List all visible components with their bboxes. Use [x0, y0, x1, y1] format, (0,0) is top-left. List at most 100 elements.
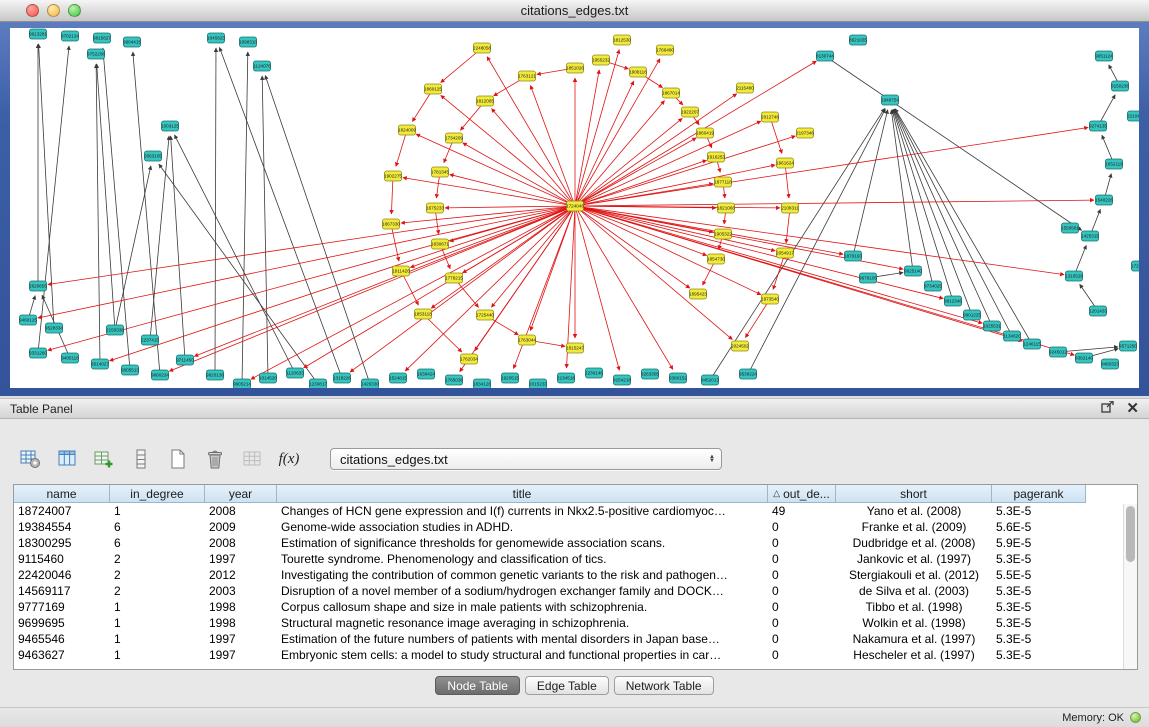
- column-header-pagerank[interactable]: pagerank: [992, 485, 1086, 503]
- publication-node[interactable]: 1724046: [566, 201, 584, 211]
- citation-edge[interactable]: [575, 121, 761, 206]
- publication-node[interactable]: 2134518: [557, 373, 575, 383]
- table-row[interactable]: 1938455462009Genome-wide association stu…: [14, 519, 1137, 535]
- publication-node[interactable]: 1003125: [161, 121, 179, 131]
- table-row[interactable]: 946362711997Embryonic stem cells: a mode…: [14, 647, 1137, 663]
- publication-node[interactable]: 1961624: [776, 158, 794, 168]
- citation-edge[interactable]: [169, 206, 575, 371]
- citation-edge[interactable]: [770, 117, 782, 153]
- table-row[interactable]: 946554611997Estimation of the future num…: [14, 631, 1137, 647]
- citation-edge[interactable]: [575, 118, 682, 206]
- publication-node[interactable]: 1854730: [707, 254, 725, 264]
- publication-node[interactable]: 1540226: [1095, 195, 1113, 205]
- table-mode-icon[interactable]: [18, 447, 42, 471]
- column-header-in_degree[interactable]: in_degree: [110, 485, 205, 503]
- publication-node[interactable]: 9905214: [233, 379, 251, 388]
- publication-node[interactable]: 9815627: [93, 33, 111, 43]
- column-header-out_de[interactable]: △out_de...: [768, 485, 836, 503]
- function-builder-icon[interactable]: f(x): [277, 447, 301, 471]
- publication-node[interactable]: 1318226: [333, 373, 351, 383]
- publication-node[interactable]: 2024502: [731, 341, 749, 351]
- publication-node[interactable]: 1916253: [707, 152, 725, 162]
- minimize-window-button[interactable]: [47, 4, 60, 17]
- publication-node[interactable]: 1860419: [696, 128, 714, 138]
- publication-node[interactable]: 9752208: [87, 49, 105, 59]
- publication-node[interactable]: 9263305: [641, 369, 659, 379]
- citation-edge[interactable]: [460, 206, 575, 372]
- publication-node[interactable]: 9362140: [1075, 353, 1093, 363]
- table-row[interactable]: 977716911998Corpus callosum shape and si…: [14, 599, 1137, 615]
- citation-edge[interactable]: [575, 206, 943, 299]
- citation-edge[interactable]: [109, 206, 575, 361]
- publication-node[interactable]: 1867330: [382, 219, 400, 229]
- publication-node[interactable]: 8621035: [849, 35, 867, 45]
- publication-node[interactable]: 1920515: [501, 373, 519, 383]
- publication-node[interactable]: 9734025: [924, 281, 942, 291]
- row-height-icon[interactable]: [129, 447, 153, 471]
- publication-node[interactable]: 1124076: [253, 61, 271, 71]
- citation-edge[interactable]: [492, 109, 575, 206]
- citation-edge[interactable]: [48, 206, 575, 285]
- publication-node[interactable]: 2115480: [736, 83, 754, 93]
- close-panel-icon[interactable]: ✕: [1126, 401, 1139, 416]
- column-header-short[interactable]: short: [836, 485, 992, 503]
- publication-node[interactable]: 9514027: [91, 359, 109, 369]
- publication-node[interactable]: 1652118: [1105, 159, 1123, 169]
- publication-node[interactable]: 9538224: [739, 369, 757, 379]
- publication-node[interactable]: 9405118: [61, 353, 79, 363]
- publication-node[interactable]: 9812346: [944, 296, 962, 306]
- publication-node[interactable]: 9480323: [1101, 359, 1119, 369]
- citation-edge[interactable]: [575, 206, 1074, 355]
- publication-node[interactable]: 2108311: [781, 203, 799, 213]
- publication-node[interactable]: 1725440: [476, 310, 494, 320]
- table-scrollbar-thumb[interactable]: [1126, 506, 1135, 562]
- citation-edge[interactable]: [575, 200, 1094, 206]
- citation-edge[interactable]: [748, 109, 885, 374]
- table-row[interactable]: 2242004622012Investigating the contribut…: [14, 567, 1137, 583]
- citation-edge[interactable]: [150, 136, 169, 340]
- publication-node[interactable]: 1045823: [207, 33, 225, 43]
- publication-node[interactable]: 1134620: [1003, 331, 1021, 341]
- table-row[interactable]: 911546021997Tourette syndrome. Phenomeno…: [14, 551, 1137, 567]
- publication-node[interactable]: 1830671: [431, 239, 449, 249]
- publication-node[interactable]: 1834126: [473, 379, 491, 388]
- publication-node[interactable]: 2620655: [29, 281, 47, 291]
- publication-node[interactable]: 1879193: [844, 251, 862, 261]
- citation-edge[interactable]: [423, 314, 462, 352]
- publication-node[interactable]: 1734209: [445, 133, 463, 143]
- citation-edge[interactable]: [892, 110, 933, 286]
- network-canvas[interactable]: 1724046185102617631211812065173420917813…: [10, 28, 1139, 388]
- publication-node[interactable]: 9154218: [613, 375, 631, 385]
- publication-node[interactable]: 9904415: [123, 37, 141, 47]
- publication-node[interactable]: 1908116: [629, 67, 647, 77]
- citation-edge[interactable]: [745, 299, 770, 338]
- publication-node[interactable]: 1824009: [398, 125, 416, 135]
- publication-node[interactable]: 9051124: [1095, 51, 1113, 61]
- column-header-name[interactable]: name: [14, 485, 110, 503]
- new-table-icon[interactable]: [166, 447, 190, 471]
- publication-node[interactable]: 1911426: [392, 266, 410, 276]
- publication-node[interactable]: 1922207: [681, 107, 699, 117]
- publication-node[interactable]: 9625140: [904, 266, 922, 276]
- publication-node[interactable]: 9679105: [859, 273, 877, 283]
- delete-column-icon[interactable]: [203, 447, 227, 471]
- citation-edge[interactable]: [396, 130, 407, 166]
- publication-node[interactable]: 9460125: [19, 315, 37, 325]
- citation-edge[interactable]: [219, 47, 342, 378]
- table-select-dropdown[interactable]: citations_edges.txt▲▼: [330, 448, 722, 470]
- publication-node[interactable]: 9452013: [701, 375, 719, 385]
- publication-node[interactable]: 2015233: [529, 379, 547, 388]
- publication-node[interactable]: 1821066: [717, 203, 735, 213]
- publication-node[interactable]: 1902275: [384, 171, 402, 181]
- publication-node[interactable]: 1853118: [414, 309, 432, 319]
- publication-node[interactable]: 1762034: [460, 354, 478, 364]
- publication-node[interactable]: 1310528: [1065, 271, 1083, 281]
- citation-edge[interactable]: [575, 128, 1088, 206]
- publication-node[interactable]: 9605513: [121, 365, 139, 375]
- citation-edge[interactable]: [853, 110, 888, 256]
- show-columns-icon[interactable]: [55, 447, 79, 471]
- tab-edge-table[interactable]: Edge Table: [525, 676, 609, 695]
- publication-node[interactable]: 1120633: [286, 368, 304, 378]
- citation-edge[interactable]: [825, 56, 1082, 230]
- citation-network-graph[interactable]: 1724046185102617631211812065173420917813…: [10, 28, 1139, 388]
